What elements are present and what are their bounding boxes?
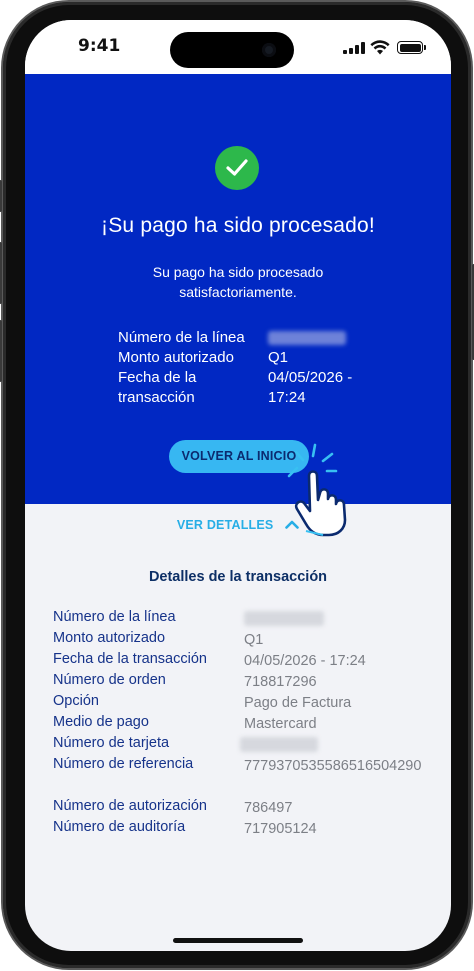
detail-label: Número de autorización: [53, 798, 207, 814]
detail-value: 04/05/2026 - 17:24: [244, 653, 366, 669]
summary-label: Fecha de la transacción: [118, 369, 197, 406]
detail-row: Monto autorizado Q1: [53, 628, 433, 649]
status-bar: 9:41: [25, 20, 451, 74]
summary-value: 04/05/2026 - 17:24: [268, 369, 353, 406]
detail-value: Mastercard: [244, 716, 317, 732]
detail-row: Opción Pago de Factura: [53, 691, 433, 712]
success-panel: ¡Su pago ha sido procesado! Su pago ha s…: [25, 74, 451, 537]
chevron-up-icon: [285, 520, 299, 529]
battery-icon: [397, 41, 426, 54]
summary-list: Número de la línea Monto autorizado Q1 F…: [118, 328, 378, 408]
success-subtitle: Su pago ha sido procesado satisfactoriam…: [152, 264, 324, 300]
cellular-signal-icon: [343, 42, 365, 54]
detail-label: Número de referencia: [53, 756, 194, 772]
details-title: Detalles de la transacción: [148, 569, 328, 585]
detail-row: Número de tarjeta: [53, 733, 433, 754]
detail-label: Opción: [53, 693, 99, 709]
detail-label: Monto autorizado: [53, 630, 166, 646]
detail-label: Número de la línea: [53, 609, 176, 625]
detail-label: Número de tarjeta: [53, 735, 170, 751]
view-details-toggle[interactable]: VER DETALLES: [25, 518, 451, 532]
detail-value: Q1: [244, 632, 264, 648]
summary-row-amount: Monto autorizado Q1: [118, 348, 378, 368]
check-circle-icon: [215, 146, 259, 190]
dynamic-island: [170, 32, 294, 68]
camera-icon: [262, 43, 276, 57]
summary-row-date: Fecha de la transacción 04/05/2026 - 17:…: [118, 368, 378, 408]
phone-frame: 9:41 ¡Su pago ha sido procesado! Su pago…: [0, 2, 474, 968]
detail-row: Número de orden 718817296: [53, 670, 433, 691]
detail-row: Medio de pago Mastercard: [53, 712, 433, 733]
status-time: 9:41: [78, 36, 121, 56]
detail-label: Medio de pago: [53, 714, 149, 730]
details-list: Número de la línea Monto autorizado Q1 F…: [53, 607, 433, 838]
summary-row-line: Número de la línea: [118, 328, 378, 348]
detail-row: Número de la línea: [53, 607, 433, 628]
detail-label: Fecha de la transacción: [53, 651, 207, 667]
detail-label: Número de auditoría: [53, 819, 186, 835]
summary-label: Número de la línea: [118, 329, 245, 346]
detail-value: 718817296: [244, 674, 317, 690]
detail-row: Número de referencia 7779370535586516504…: [53, 754, 433, 796]
summary-label: Monto autorizado: [118, 349, 234, 366]
success-title: ¡Su pago ha sido procesado!: [101, 214, 375, 237]
action-button: [0, 180, 2, 212]
detail-value: 786497: [244, 800, 293, 816]
volume-down-button: [0, 320, 2, 382]
summary-value: Q1: [268, 349, 289, 366]
detail-value: 717905124: [244, 821, 317, 837]
detail-value: Pago de Factura: [244, 695, 352, 711]
volume-up-button: [0, 242, 2, 304]
home-indicator[interactable]: [173, 938, 303, 943]
detail-label: Número de orden: [53, 672, 166, 688]
detail-value: 7779370535586516504290: [244, 758, 422, 774]
detail-row: Número de auditoría 717905124: [53, 817, 433, 838]
screen: 9:41 ¡Su pago ha sido procesado! Su pago…: [25, 20, 451, 951]
detail-row: Número de autorización 786497: [53, 796, 433, 817]
detail-row: Fecha de la transacción 04/05/2026 - 17:…: [53, 649, 433, 670]
view-details-label: VER DETALLES: [176, 518, 274, 532]
wifi-icon: [370, 40, 390, 55]
